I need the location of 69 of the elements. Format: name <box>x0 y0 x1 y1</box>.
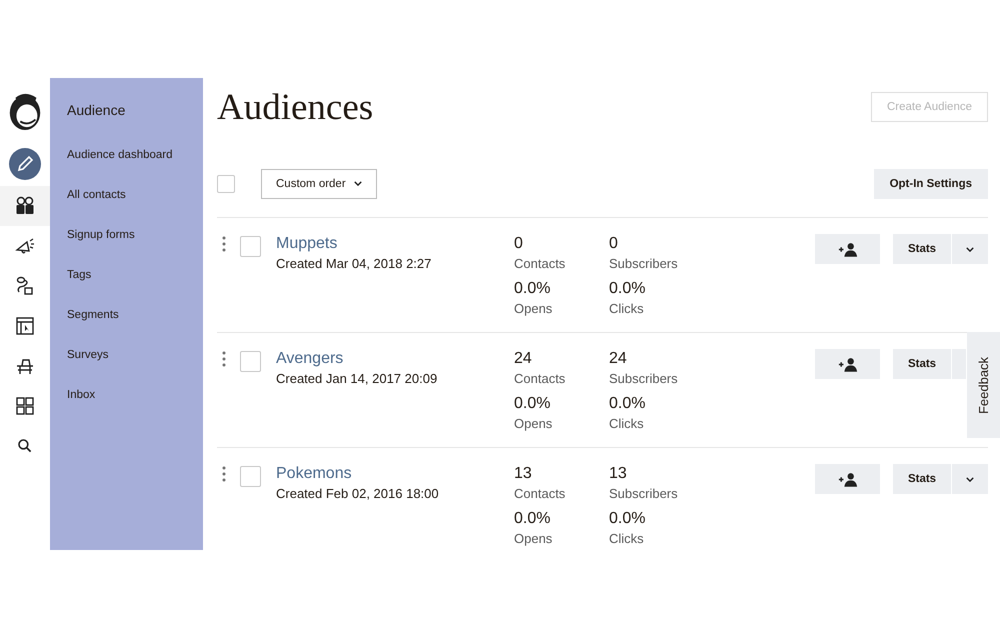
megaphone-icon[interactable] <box>15 236 35 256</box>
stats-button[interactable]: Stats <box>893 349 951 379</box>
add-contact-button[interactable] <box>815 464 880 494</box>
rail-item-highlight[interactable] <box>0 186 50 226</box>
add-person-icon <box>838 472 858 486</box>
stat-label: Opens <box>514 415 554 433</box>
add-person-icon <box>838 242 858 256</box>
sidebar-item[interactable]: Signup forms <box>67 228 203 268</box>
add-contact-button[interactable] <box>815 349 880 379</box>
stats-button[interactable]: Stats <box>893 234 951 264</box>
drag-handle-icon[interactable] <box>222 351 226 367</box>
stats-button[interactable]: Stats <box>893 464 951 494</box>
created-date: Created Mar 04, 2018 2:27 <box>276 255 432 273</box>
sidebar-item[interactable]: Audience dashboard <box>67 148 203 188</box>
window-icon[interactable] <box>15 316 35 336</box>
clicks-rate: 0.0% <box>609 394 646 414</box>
subscribers-count: 0 <box>609 234 619 254</box>
sidebar-item[interactable]: Segments <box>67 308 203 348</box>
stat-label: Contacts <box>514 255 566 273</box>
clicks-rate: 0.0% <box>609 279 646 299</box>
opt-in-settings-button[interactable]: Opt-In Settings <box>874 168 988 198</box>
page-title: Audiences <box>217 86 374 129</box>
opens-rate: 0.0% <box>514 394 552 414</box>
clicks-rate: 0.0% <box>609 509 646 529</box>
people-icon[interactable] <box>15 196 35 216</box>
select-all-checkbox[interactable] <box>217 174 235 192</box>
caret-icon <box>354 181 362 186</box>
sidebar-item[interactable]: All contacts <box>67 188 203 228</box>
stat-label: Clicks <box>609 300 645 318</box>
stat-label: Clicks <box>609 530 645 548</box>
created-date: Created Feb 02, 2016 18:00 <box>276 485 440 503</box>
row-checkbox[interactable] <box>240 466 261 487</box>
add-contact-button[interactable] <box>815 234 880 264</box>
stat-label: Opens <box>514 530 554 548</box>
contacts-count: 24 <box>514 349 533 369</box>
row-checkbox[interactable] <box>240 351 261 372</box>
audience-name-link[interactable]: Muppets <box>276 234 514 254</box>
caret-icon <box>966 476 974 482</box>
pencil-icon[interactable] <box>9 148 41 180</box>
row-checkbox[interactable] <box>240 236 261 257</box>
contacts-count: 13 <box>514 464 533 484</box>
created-date: Created Jan 14, 2017 20:09 <box>276 370 438 388</box>
stat-label: Contacts <box>514 485 566 503</box>
stat-label: Opens <box>514 300 554 318</box>
stat-label: Subscribers <box>609 370 679 388</box>
stat-label: Contacts <box>514 370 566 388</box>
subscribers-count: 13 <box>609 464 628 484</box>
subscribers-count: 24 <box>609 349 628 369</box>
flow-icon[interactable] <box>15 276 35 296</box>
grid-icon[interactable] <box>15 396 35 416</box>
sort-dropdown[interactable]: Custom order <box>261 168 377 198</box>
drag-handle-icon[interactable] <box>222 466 226 482</box>
sidebar-item[interactable]: Tags <box>67 268 203 308</box>
stat-label: Subscribers <box>609 485 679 503</box>
feedback-tab[interactable]: Feedback <box>967 332 1000 438</box>
add-person-icon <box>838 356 858 372</box>
contacts-count: 0 <box>514 234 524 254</box>
search-icon[interactable] <box>17 438 33 454</box>
audience-name-link[interactable]: Avengers <box>276 349 514 369</box>
opens-rate: 0.0% <box>514 279 552 299</box>
drag-handle-icon[interactable] <box>222 236 226 252</box>
caret-icon <box>966 246 974 252</box>
stat-label: Subscribers <box>609 255 679 273</box>
stat-label: Clicks <box>609 415 645 433</box>
sidebar-title: Audience <box>67 102 126 118</box>
sidebar-item[interactable]: Inbox <box>67 388 203 428</box>
audience-name-link[interactable]: Pokemons <box>276 464 514 484</box>
sidebar-item[interactable]: Surveys <box>67 348 203 388</box>
opens-rate: 0.0% <box>514 509 552 529</box>
